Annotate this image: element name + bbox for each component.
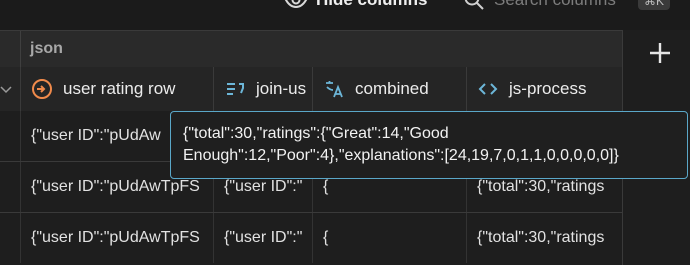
- table-cell[interactable]: [0, 213, 20, 263]
- tooltip-line-1: {"total":30,"ratings":{"Great":14,"Good: [183, 125, 449, 142]
- column-header-js-process[interactable]: js-process: [466, 67, 623, 111]
- column-group-label: json: [30, 40, 63, 57]
- tooltip-line-2: Enough":12,"Poor":4},"explanations":[24,…: [183, 147, 619, 164]
- table-cell[interactable]: [0, 111, 20, 161]
- add-column-button[interactable]: [649, 42, 671, 64]
- column-header-label: js-process: [509, 79, 587, 98]
- column-header-partial[interactable]: [0, 67, 20, 111]
- search-columns-input[interactable]: Search columns: [462, 0, 616, 12]
- chevron-down-icon: [0, 86, 12, 94]
- data-grid-view: Hide columns Search columns ⌘K json: [0, 0, 690, 265]
- column-header-label: combined: [355, 79, 429, 98]
- cell-value-tooltip: {"total":30,"ratings":{"Great":14,"Good …: [170, 111, 688, 179]
- eye-icon: [284, 0, 308, 9]
- translate-icon: [326, 81, 343, 98]
- table-cell[interactable]: {"user ID":"pUdAwTpFS: [20, 213, 213, 263]
- hide-columns-label: Hide columns: [316, 0, 427, 10]
- text-quote-icon: [227, 83, 244, 95]
- column-header-combined[interactable]: combined: [312, 67, 467, 111]
- column-header-label: user rating row: [63, 79, 176, 98]
- hide-columns-button[interactable]: Hide columns: [284, 0, 427, 12]
- column-header-row: user rating row join-us combined js-proc…: [0, 67, 622, 112]
- search-icon: [464, 0, 484, 10]
- link-circle-icon: [32, 79, 52, 99]
- table-row[interactable]: {"user ID":"pUdAwTpFS {"user ID":" { {"t…: [0, 213, 622, 265]
- table-cell[interactable]: {"user ID":": [213, 213, 312, 263]
- toolbar: Hide columns Search columns ⌘K: [0, 0, 690, 30]
- group-divider: [20, 31, 21, 67]
- code-icon: [478, 83, 498, 95]
- column-group-header: json: [0, 30, 622, 68]
- column-header-join-us[interactable]: join-us: [213, 67, 313, 111]
- column-header-label: join-us: [256, 79, 307, 98]
- column-header-user-rating-row[interactable]: user rating row: [20, 67, 214, 111]
- table-cell[interactable]: {: [312, 213, 466, 263]
- search-columns-placeholder: Search columns: [494, 0, 616, 10]
- table-cell[interactable]: {"total":30,"ratings: [466, 213, 622, 263]
- table-cell[interactable]: [0, 162, 20, 212]
- search-shortcut-badge: ⌘K: [638, 0, 670, 10]
